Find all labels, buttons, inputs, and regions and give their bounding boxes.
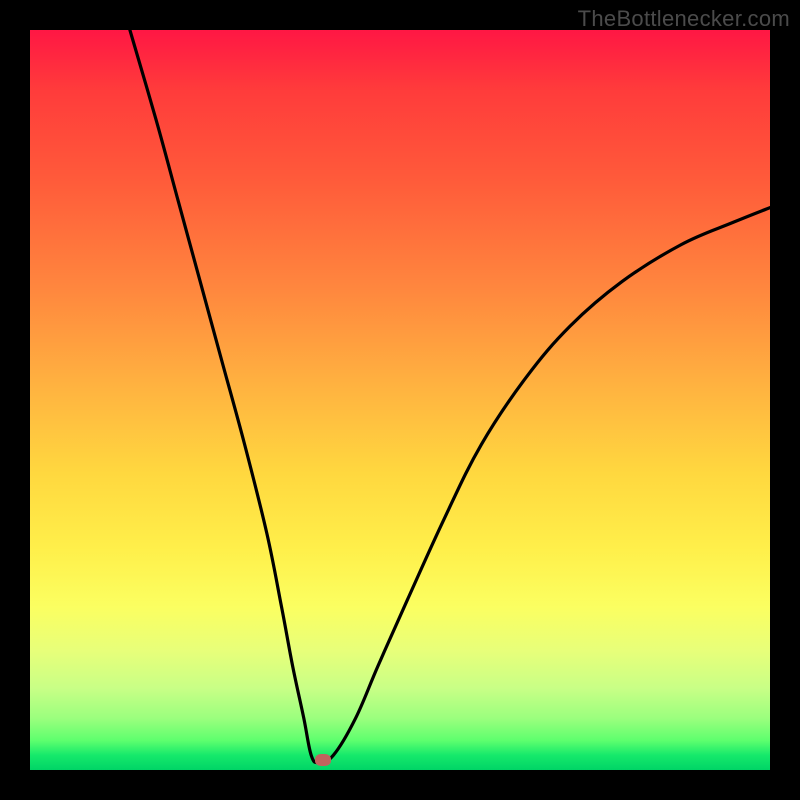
bottleneck-curve-path [130, 30, 770, 763]
plot-area [30, 30, 770, 770]
optimum-marker [315, 754, 331, 766]
curve-svg [30, 30, 770, 770]
chart-stage: TheBottlenecker.com [0, 0, 800, 800]
attribution-label: TheBottlenecker.com [578, 6, 790, 32]
